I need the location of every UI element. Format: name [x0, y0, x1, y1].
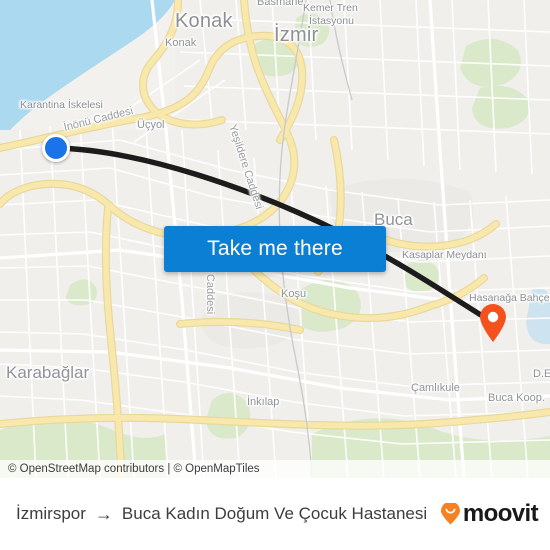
- map-pin-icon: [480, 304, 506, 342]
- origin-marker[interactable]: [42, 134, 70, 162]
- moovit-wordmark: moovit: [462, 500, 539, 527]
- moovit-trip-map-screen: Konak İzmir Buca Karabağlar Basmane Konak Üçyo…: [0, 0, 550, 550]
- moovit-pin-icon: [440, 503, 460, 525]
- route-summary: İzmirspor → Buca Kadın Doğum Ve Çocuk Ha…: [16, 504, 434, 524]
- attribution-text: © OpenStreetMap contributors | © OpenMap…: [8, 463, 260, 475]
- destination-marker[interactable]: [478, 303, 508, 343]
- moovit-logo[interactable]: moovit: [440, 500, 539, 528]
- map-attribution: © OpenStreetMap contributors | © OpenMap…: [0, 460, 550, 478]
- map-canvas[interactable]: Konak İzmir Buca Karabağlar Basmane Konak Üçyo…: [0, 0, 550, 478]
- take-me-there-button[interactable]: Take me there: [164, 226, 386, 272]
- destination-label: Buca Kadın Doğum Ve Çocuk Hastanesi: [121, 504, 428, 523]
- origin-label: İzmirspor: [16, 504, 86, 523]
- arrow-right-icon: →: [94, 504, 113, 524]
- trip-footer: İzmirspor → Buca Kadın Doğum Ve Çocuk Ha…: [0, 478, 550, 550]
